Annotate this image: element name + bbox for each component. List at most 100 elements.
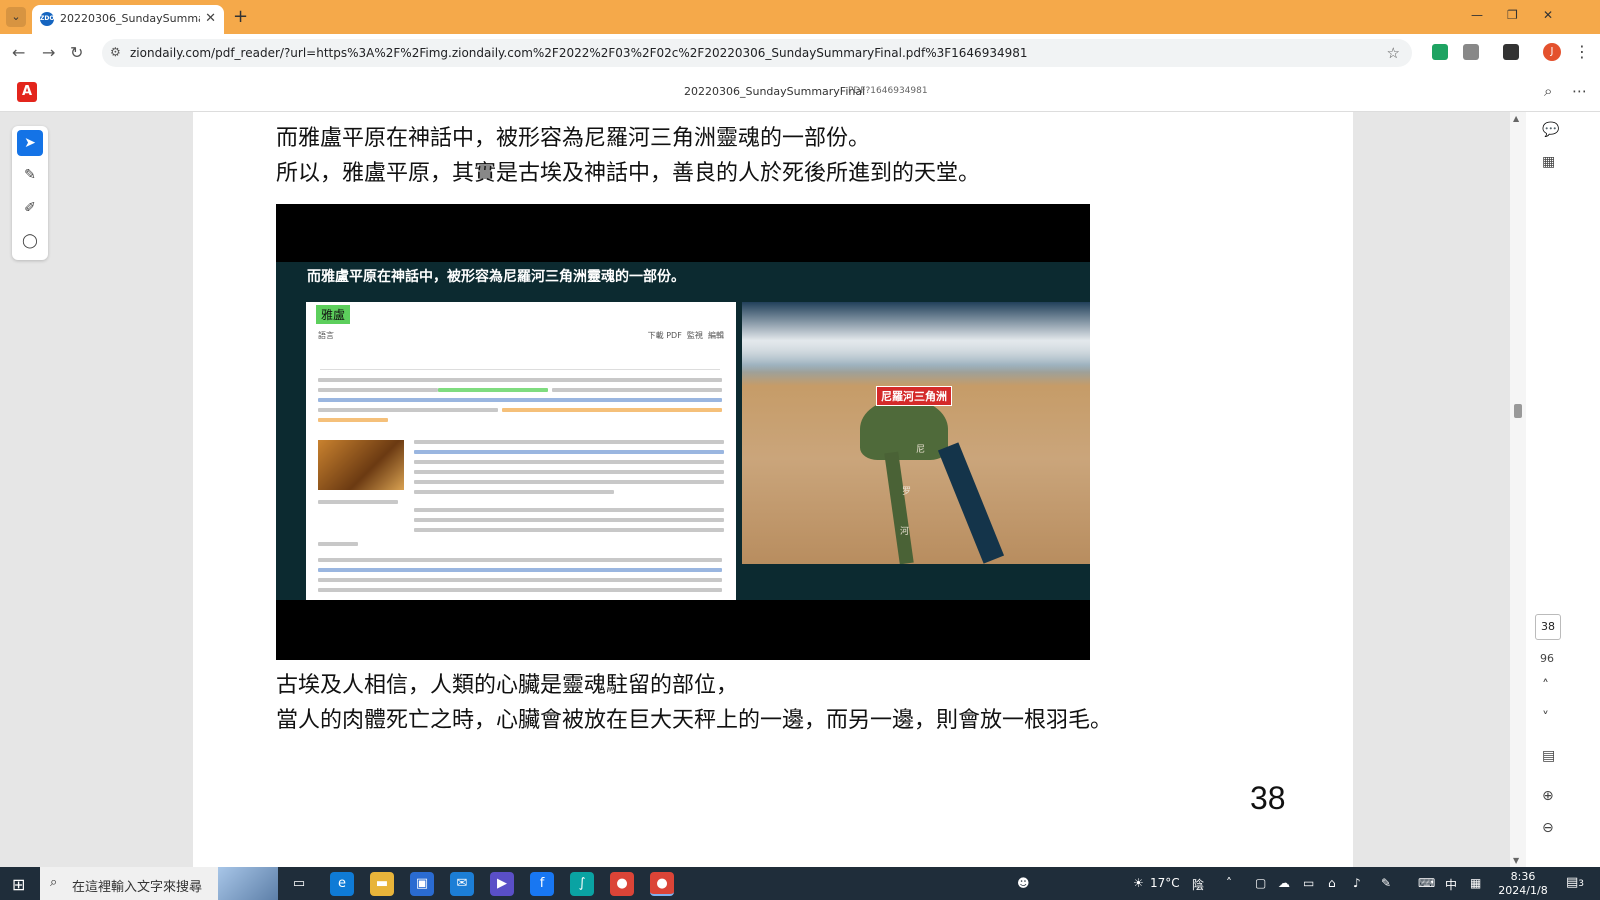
volume-icon[interactable]: ♪ — [1353, 876, 1361, 890]
map-label-nile-delta: 尼羅河三角洲 — [876, 386, 952, 406]
address-bar[interactable]: ⚙ ziondaily.com/pdf_reader/?url=https%3A… — [102, 39, 1412, 67]
windows-start-icon[interactable]: ⊞ — [12, 875, 25, 894]
show-hidden-icons[interactable]: ˄ — [1226, 876, 1232, 890]
document-subtitle: PDF?1646934981 — [848, 86, 928, 96]
map-char: 尼 — [916, 445, 926, 455]
wiki-text-line — [414, 480, 724, 484]
scroll-down-arrow-icon[interactable]: ▼ — [1513, 856, 1519, 865]
tab-title: 20220306_SundaySummaryF — [60, 12, 200, 25]
wiki-highlight — [318, 418, 388, 422]
pen-icon[interactable]: ✎ — [1381, 876, 1391, 890]
reload-icon[interactable]: ↻ — [70, 43, 83, 62]
ime-mode-icon[interactable]: ▦ — [1470, 876, 1481, 890]
scroll-up-arrow-icon[interactable]: ▲ — [1513, 114, 1519, 123]
restore-icon[interactable]: ❐ — [1507, 8, 1518, 22]
store-icon[interactable]: ▣ — [410, 872, 434, 896]
pdf-canvas: ➤ ✎ ✐ ◯ 而雅盧平原在神話中，被形容為尼羅河三角洲靈魂的一部份。 所以，雅… — [0, 112, 1600, 867]
wiki-text-line — [414, 450, 724, 454]
scroll-thumb[interactable] — [1514, 404, 1522, 418]
slide-caption: 而雅盧平原在神話中，被形容為尼羅河三角洲靈魂的一部份。 — [307, 269, 685, 285]
wiki-download-label: 下載 PDF — [647, 331, 682, 340]
map-char: 河 — [900, 527, 910, 537]
next-page-icon[interactable]: ˅ — [1542, 710, 1549, 726]
chrome-icon[interactable]: ● — [610, 872, 634, 896]
wiki-text-line — [552, 388, 722, 392]
notification-icon[interactable]: ▤3 — [1566, 875, 1584, 890]
extensions-puzzle-icon[interactable] — [1463, 44, 1479, 60]
tab-strip: ⌄ ZDO 20220306_SundaySummaryF ✕ + — ❐ ✕ — [0, 0, 1600, 34]
app-icon[interactable]: ∫ — [570, 872, 594, 896]
clock-date: 2024/1/8 — [1498, 884, 1548, 897]
tab-search-button[interactable]: ⌄ — [6, 7, 26, 27]
ime-indicator[interactable]: 中 — [1445, 876, 1457, 893]
taskbar-search-placeholder: 在這裡輸入文字來搜尋 — [72, 880, 203, 895]
wiki-text-line — [318, 578, 722, 582]
keyboard-icon[interactable]: ⌨ — [1418, 876, 1435, 890]
close-window-icon[interactable]: ✕ — [1543, 8, 1553, 22]
forward-icon[interactable]: → — [42, 43, 55, 62]
battery-icon[interactable]: ▭ — [1303, 876, 1314, 890]
lasso-icon[interactable]: ◯ — [17, 228, 43, 254]
document-title: 20220306_SundaySummaryFinal — [684, 85, 866, 98]
wiki-text-line — [318, 398, 722, 402]
clock-time: 8:36 — [1510, 870, 1536, 883]
current-page-input[interactable]: 38 — [1535, 614, 1561, 640]
search-icon: ⌕ — [50, 875, 58, 890]
url-text[interactable]: ziondaily.com/pdf_reader/?url=https%3A%2… — [130, 46, 1028, 60]
people-icon[interactable]: ☻ — [1017, 876, 1030, 890]
site-info-icon[interactable]: ⚙ — [110, 45, 121, 59]
comments-icon[interactable]: 💬 — [1542, 122, 1559, 138]
media-player-icon[interactable]: ▶ — [490, 872, 514, 896]
vertical-scrollbar[interactable]: ▲ ▼ — [1510, 112, 1526, 867]
weather-condition: 陰 — [1192, 878, 1205, 892]
site-favicon: ZDO — [40, 12, 54, 26]
zoom-in-icon[interactable]: ⊕ — [1542, 788, 1554, 804]
map-char: 罗 — [902, 487, 912, 497]
thumbnails-icon[interactable]: ▦ — [1542, 154, 1555, 170]
add-comment-icon[interactable]: ✎ — [17, 162, 43, 188]
select-cursor-icon[interactable]: ➤ — [17, 130, 43, 156]
more-options-icon[interactable]: ⋯ — [1572, 82, 1587, 100]
wiki-text-line — [318, 568, 722, 572]
browser-menu-icon[interactable]: ⋮ — [1574, 42, 1590, 61]
bookmark-star-icon[interactable]: ☆ — [1387, 44, 1400, 62]
mail-icon[interactable]: ✉ — [450, 872, 474, 896]
profile-avatar[interactable]: J — [1543, 43, 1561, 61]
close-tab-icon[interactable]: ✕ — [205, 11, 216, 26]
acrobat-logo-icon: A — [17, 82, 37, 102]
zoom-out-icon[interactable]: ⊖ — [1542, 820, 1554, 836]
weather-temp[interactable]: 17°C — [1150, 876, 1180, 890]
onedrive-icon[interactable]: ☁ — [1278, 876, 1290, 890]
search-icon[interactable]: ⌕ — [1544, 82, 1552, 100]
wiki-edit-label: 編輯 — [708, 331, 724, 340]
task-view-icon[interactable]: ▭ — [287, 872, 311, 896]
side-panel-icon[interactable] — [1503, 44, 1519, 60]
chrome-active-icon[interactable]: ● — [650, 872, 674, 896]
back-icon[interactable]: ← — [12, 43, 25, 62]
total-pages: 96 — [1540, 652, 1554, 665]
extension-check-icon[interactable] — [1432, 44, 1448, 60]
wiki-text-line — [414, 528, 724, 532]
new-tab-button[interactable]: + — [233, 6, 248, 27]
minimize-icon[interactable]: — — [1471, 8, 1483, 22]
page-fit-icon[interactable]: ▤ — [1542, 748, 1555, 764]
paragraph-line-4: 當人的肉體死亡之時，心臟會被放在巨大天秤上的一邊，而另一邊，則會放一根羽毛。 — [276, 708, 1113, 733]
wiki-text-line — [414, 508, 724, 512]
facebook-icon[interactable]: f — [530, 872, 554, 896]
clock[interactable]: 8:36 2024/1/8 — [1495, 870, 1551, 898]
previous-page-icon[interactable]: ˄ — [1542, 678, 1549, 694]
windows-taskbar: ⊞ ⌕ 在這裡輸入文字來搜尋 ▭ e ▬ ▣ ✉ ▶ f ∫ ● ● ☻ ☀ 1… — [0, 867, 1600, 900]
edge-icon[interactable]: e — [330, 872, 354, 896]
active-tab[interactable]: ZDO 20220306_SundaySummaryF ✕ — [32, 5, 224, 34]
tray-app-icon[interactable]: ▢ — [1255, 876, 1266, 890]
draw-pen-icon[interactable]: ✐ — [17, 195, 43, 221]
wiki-text-line — [318, 388, 438, 392]
file-explorer-icon[interactable]: ▬ — [370, 872, 394, 896]
pdf-page: 而雅盧平原在神話中，被形容為尼羅河三角洲靈魂的一部份。 所以，雅盧平原，其實是古… — [193, 112, 1353, 867]
pdf-toolbar: A 20220306_SundaySummaryFinal PDF?164693… — [0, 72, 1600, 112]
wiki-text-line — [318, 588, 722, 592]
wiki-text-line — [414, 440, 724, 444]
wiki-text-line — [414, 490, 614, 494]
taskbar-search[interactable]: ⌕ 在這裡輸入文字來搜尋 — [40, 867, 278, 900]
network-icon[interactable]: ⌂ — [1328, 876, 1336, 890]
